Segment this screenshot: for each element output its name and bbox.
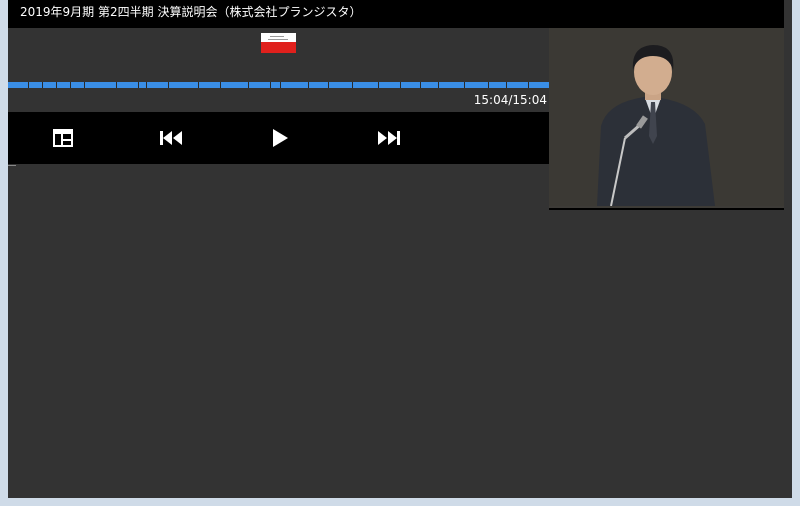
previous-slide-button[interactable]: [158, 125, 184, 151]
presentation-title-text: 2019年9月期 第2四半期 決算説明会（株式会社プランジスタ）: [20, 5, 362, 19]
speaker-video[interactable]: [549, 28, 784, 210]
player-viewport: 2019年9月期 第2四半期 決算説明会（株式会社プランジスタ） 15:04/1…: [8, 0, 792, 498]
next-slide-button[interactable]: [376, 125, 402, 151]
skip-back-icon: [159, 130, 183, 146]
skip-forward-icon: [377, 130, 401, 146]
layout-toggle-button[interactable]: [50, 125, 76, 151]
speaker-video-frame: [549, 28, 784, 207]
play-icon: [271, 128, 289, 148]
divider: [8, 165, 16, 166]
window-frame: 2019年9月期 第2四半期 決算説明会（株式会社プランジスタ） 15:04/1…: [0, 0, 800, 506]
seek-bar[interactable]: [8, 82, 549, 88]
play-button[interactable]: [267, 125, 293, 151]
layout-icon: [53, 129, 73, 147]
slide-thumbnail[interactable]: [261, 33, 296, 53]
control-bar: [8, 112, 549, 164]
presentation-title: 2019年9月期 第2四半期 決算説明会（株式会社プランジスタ）: [8, 0, 784, 28]
time-display: 15:04/15:04: [473, 93, 547, 107]
